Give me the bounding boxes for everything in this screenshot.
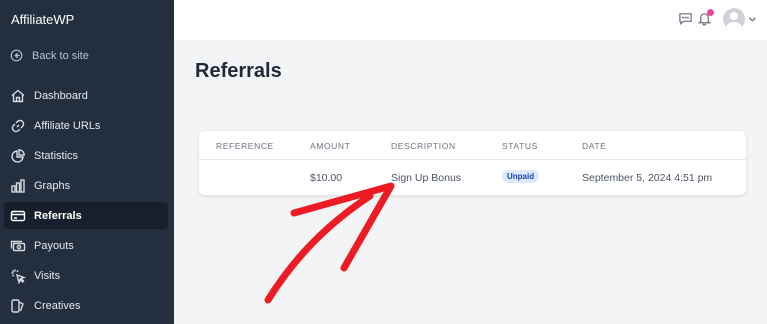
sidebar-item-label: Referrals (34, 209, 82, 222)
table-divider (199, 159, 746, 160)
bar-chart-icon (11, 178, 25, 193)
arrow-left-circle-icon (10, 49, 23, 62)
creatives-icon (11, 298, 24, 313)
link-icon (11, 119, 25, 132)
sidebar-item-label: Graphs (34, 179, 71, 192)
sidebar-item-referrals[interactable]: Referrals (4, 202, 168, 229)
sidebar-item-label: Creatives (34, 299, 81, 312)
brand-name: AffiliateWP (11, 12, 75, 27)
cash-icon (10, 240, 26, 251)
page-title: Referrals (195, 60, 282, 82)
top-bar (174, 0, 767, 40)
cell-date: September 5, 2024 4:51 pm (582, 172, 713, 184)
chevron-down-icon[interactable] (748, 16, 757, 23)
back-to-site-link[interactable]: Back to site (10, 49, 89, 62)
notification-dot (707, 9, 714, 16)
column-header-date: DATE (582, 141, 607, 151)
cursor-click-icon (11, 269, 26, 284)
sidebar-item-payouts[interactable]: Payouts (4, 232, 168, 259)
column-header-status: STATUS (502, 141, 538, 151)
credit-card-icon (10, 210, 26, 221)
home-icon (11, 89, 25, 102)
status-badge: Unpaid (502, 170, 540, 183)
sidebar-nav: Dashboard Affiliate URLs Statistics Grap… (4, 82, 168, 322)
referrals-table: REFERENCE AMOUNT DESCRIPTION STATUS DATE… (199, 131, 746, 195)
column-header-reference: REFERENCE (216, 141, 274, 151)
pie-chart-icon (11, 148, 25, 163)
sidebar-item-label: Statistics (34, 149, 79, 162)
sidebar-item-label: Dashboard (34, 89, 88, 102)
avatar[interactable] (723, 8, 745, 30)
sidebar-item-creatives[interactable]: Creatives (4, 292, 168, 319)
sidebar-item-visits[interactable]: Visits (4, 262, 168, 289)
column-header-description: DESCRIPTION (391, 141, 456, 151)
sidebar-item-statistics[interactable]: Statistics (4, 142, 168, 169)
sidebar: AffiliateWP Back to site Dashboard Affil… (0, 0, 174, 324)
sidebar-item-dashboard[interactable]: Dashboard (4, 82, 168, 109)
sidebar-item-label: Affiliate URLs (34, 119, 101, 132)
sidebar-item-label: Visits (34, 269, 61, 282)
sidebar-item-affiliate-urls[interactable]: Affiliate URLs (4, 112, 168, 139)
back-to-site-label: Back to site (32, 49, 89, 62)
column-header-amount: AMOUNT (310, 141, 351, 151)
cell-amount: $10.00 (310, 172, 343, 184)
sidebar-item-label: Payouts (34, 239, 74, 252)
cell-description: Sign Up Bonus (391, 172, 462, 184)
sidebar-item-graphs[interactable]: Graphs (4, 172, 168, 199)
chat-icon[interactable] (678, 11, 693, 26)
